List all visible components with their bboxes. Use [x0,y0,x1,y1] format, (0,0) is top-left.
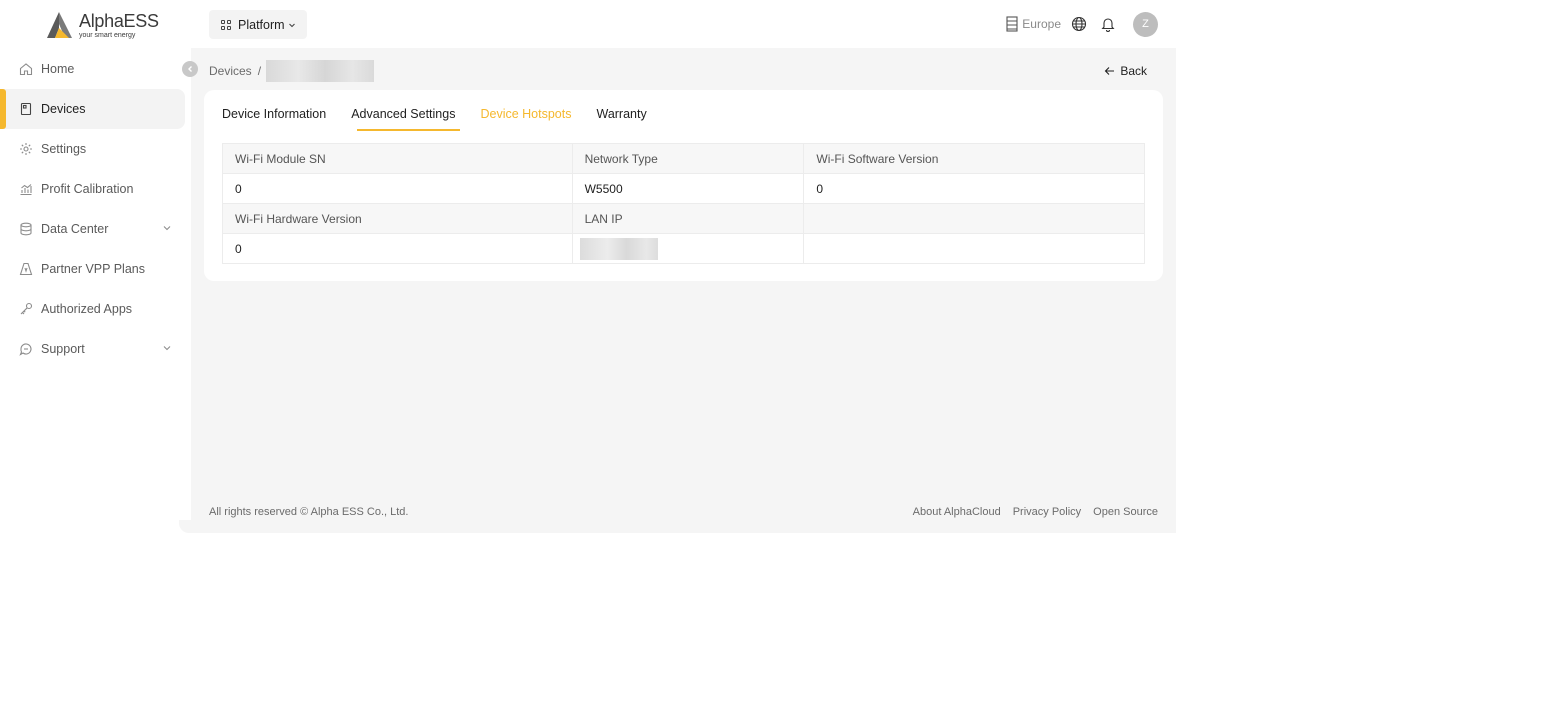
sidebar-item-profit-calibration[interactable]: Profit Calibration [0,169,191,209]
network-type-label: Network Type [571,143,805,174]
back-label: Back [1120,64,1147,78]
alphaess-logo-icon [45,10,75,40]
platform-switcher-button[interactable]: Platform [209,10,307,39]
footer-link-privacy[interactable]: Privacy Policy [1013,506,1081,518]
tab-device-hotspots[interactable]: Device Hotspots [480,106,571,131]
tab-device-information[interactable]: Device Information [222,106,326,131]
alphaess-logo[interactable]: AlphaESS your smart energy [45,9,159,41]
redacted-lan-ip [579,237,658,260]
chevron-down-icon [162,222,172,232]
brand-name: AlphaESS [79,10,159,31]
tab-warranty[interactable]: Warranty [596,106,646,131]
table-row: Wi-Fi Hardware Version LAN IP [222,203,1145,234]
sidebar-item-label: Authorized Apps [41,302,133,316]
building-icon [1006,16,1018,32]
sidebar: AlphaESS your smart energy Home Devices … [0,0,191,533]
sidebar-item-label: Home [41,62,75,76]
empty-cell [803,233,1145,264]
footer-link-about[interactable]: About AlphaCloud [913,506,1001,518]
grid-icon [221,19,231,30]
table-row: 0 W5500 0 [222,173,1145,204]
sidebar-item-authorized-apps[interactable]: Authorized Apps [0,289,191,329]
tab-advanced-settings[interactable]: Advanced Settings [351,106,461,131]
wifi-module-sn-value: 0 [222,173,573,204]
back-button[interactable]: Back [1104,64,1147,78]
chart-icon [19,182,33,196]
sidebar-collapse-button[interactable] [182,61,198,77]
wifi-software-version-label: Wi-Fi Software Version [803,143,1145,174]
sidebar-item-support[interactable]: Support [0,329,191,369]
support-icon [19,342,33,356]
wifi-info-table: Wi-Fi Module SN Network Type Wi-Fi Softw… [222,143,1145,264]
sidebar-item-home[interactable]: Home [0,49,191,89]
region-selector[interactable]: Europe [1006,16,1061,32]
database-icon [19,222,33,236]
sidebar-item-label: Devices [41,102,86,116]
lan-ip-label: LAN IP [571,203,805,234]
sidebar-item-label: Support [41,342,85,356]
sidebar-item-data-center[interactable]: Data Center [0,209,191,249]
platform-label: Platform [238,17,285,32]
home-icon [19,62,33,76]
sidebar-item-devices[interactable]: Devices [0,89,185,129]
tab-bar: Device Information Advanced Settings Dev… [222,106,672,132]
sidebar-nav: Home Devices Settings Profit Calibration… [0,49,191,369]
sidebar-item-label: Settings [41,142,87,156]
topbar: Platform Europe Z [191,0,1176,48]
lan-ip-value [571,233,805,264]
avatar[interactable]: Z [1133,11,1158,37]
topbar-actions: Europe Z [1006,11,1158,37]
sidebar-item-label: Profit Calibration [41,182,134,196]
sidebar-item-settings[interactable]: Settings [0,129,191,169]
sidebar-item-label: Partner VPP Plans [41,262,145,276]
sidebar-item-label: Data Center [41,222,109,236]
wifi-software-version-value: 0 [803,173,1145,204]
network-type-value: W5500 [571,173,805,204]
sidebar-item-partner-vpp-plans[interactable]: Partner VPP Plans [0,249,191,289]
arrow-left-icon [1105,67,1115,75]
globe-icon[interactable] [1071,16,1087,32]
chevron-down-icon [162,342,172,352]
breadcrumb-devices-link[interactable]: Devices [209,64,252,78]
main-content: Platform Europe Z Devices / Back Device … [191,0,1176,533]
breadcrumb-separator: / [257,64,262,78]
redacted-device-name [266,60,375,82]
wifi-hardware-version-label: Wi-Fi Hardware Version [222,203,573,234]
region-label: Europe [1022,17,1061,31]
breadcrumb: Devices / [209,60,375,82]
device-detail-card: Device Information Advanced Settings Dev… [204,90,1163,281]
footer-links: About AlphaCloud Privacy Policy Open Sou… [901,506,1158,518]
footer-copyright: All rights reserved © Alpha ESS Co., Ltd… [209,506,409,518]
table-row: 0 [222,233,1145,264]
table-row: Wi-Fi Module SN Network Type Wi-Fi Softw… [222,143,1145,174]
wifi-hardware-version-value: 0 [222,233,573,264]
gear-icon [19,142,33,156]
empty-cell [803,203,1145,234]
footer-link-open-source[interactable]: Open Source [1093,506,1158,518]
chevron-left-icon [188,66,192,72]
brand-tagline: your smart energy [79,31,136,39]
wifi-module-sn-label: Wi-Fi Module SN [222,143,573,174]
chevron-down-icon [288,23,295,27]
bell-icon[interactable] [1100,16,1116,32]
plan-icon [19,262,33,276]
device-icon [19,102,33,116]
key-icon [19,302,33,316]
